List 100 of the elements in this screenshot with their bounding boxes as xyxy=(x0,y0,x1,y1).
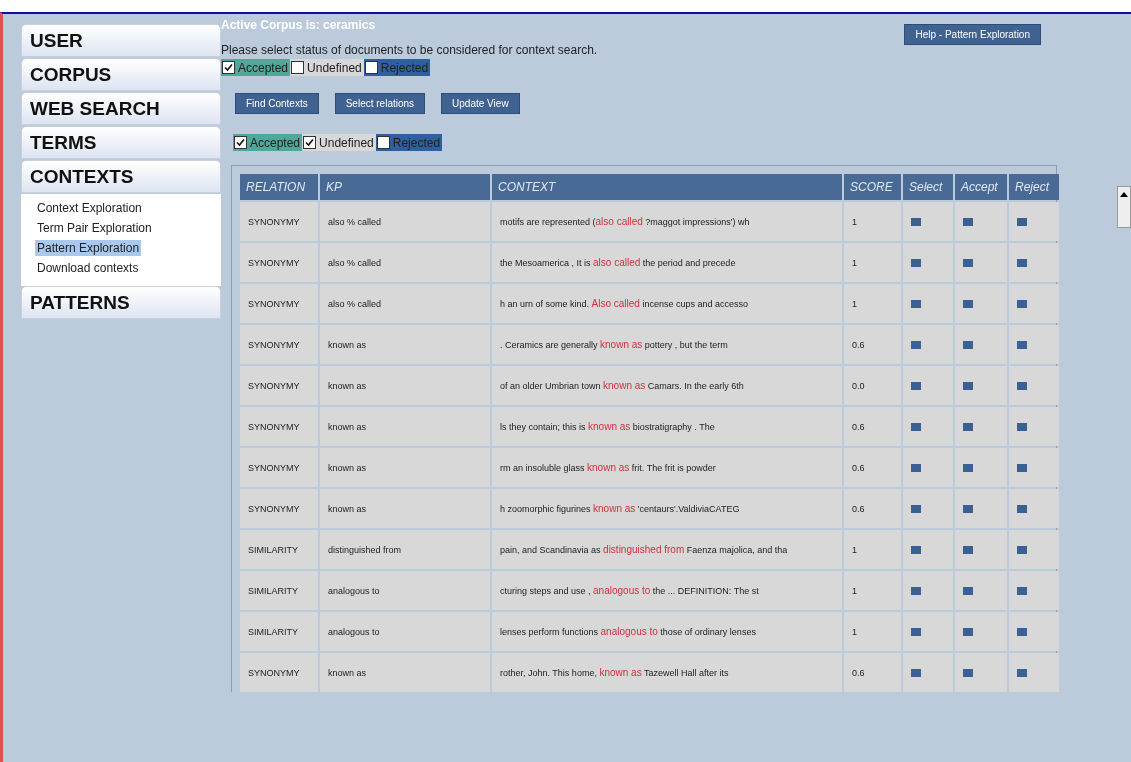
table-cell: ls they contain; this is known as biostratigraphy . The xyxy=(492,407,842,446)
action-button[interactable]: Find Contexts xyxy=(235,93,319,114)
table-cell: analogous to xyxy=(320,612,490,651)
accept-checkbox[interactable] xyxy=(963,381,973,390)
reject-checkbox[interactable] xyxy=(1017,627,1027,636)
accept-checkbox[interactable] xyxy=(963,258,973,267)
reject-checkbox[interactable] xyxy=(1017,340,1027,349)
reject-checkbox[interactable] xyxy=(1017,668,1027,677)
accept-checkbox[interactable] xyxy=(963,668,973,677)
table-cell: known as xyxy=(320,653,490,692)
table-cell: lenses perform functions analogous to those of ordinary lenses xyxy=(492,612,842,651)
table-cell: SYNONYMY xyxy=(240,243,318,282)
table-cell: analogous to xyxy=(320,571,490,610)
column-header: SCORE xyxy=(844,174,901,200)
accept-checkbox[interactable] xyxy=(963,422,973,431)
table-cell: motifs are represented (also called ?maggot impressions') wh xyxy=(492,202,842,241)
reject-checkbox[interactable] xyxy=(1017,299,1027,308)
table-cell: SYNONYMY xyxy=(240,653,318,692)
table-cell: 0.0 xyxy=(844,366,901,405)
column-header: Select xyxy=(903,174,953,200)
select-checkbox[interactable] xyxy=(911,668,921,677)
up-arrow-icon xyxy=(1120,191,1128,197)
select-checkbox[interactable] xyxy=(911,299,921,308)
select-checkbox[interactable] xyxy=(911,258,921,267)
table-cell: also % called xyxy=(320,202,490,241)
table-cell: . Ceramics are generally known as pottery , but the term xyxy=(492,325,842,364)
select-checkbox[interactable] xyxy=(911,545,921,554)
reject-checkbox[interactable] xyxy=(1017,545,1027,554)
select-checkbox[interactable] xyxy=(911,627,921,636)
table-cell: known as xyxy=(320,448,490,487)
select-checkbox[interactable] xyxy=(911,422,921,431)
scrollbar[interactable] xyxy=(1117,186,1131,228)
status-checkbox[interactable]: Undefined xyxy=(302,134,376,151)
select-checkbox[interactable] xyxy=(911,463,921,472)
reject-checkbox[interactable] xyxy=(1017,258,1027,267)
table-cell: 1 xyxy=(844,202,901,241)
nav-tab[interactable]: CORPUS xyxy=(21,58,221,91)
table-cell: rother, John. This home, known as Tazewell Hall after its xyxy=(492,653,842,692)
nav-tab[interactable]: TERMS xyxy=(21,126,221,159)
table-cell: 1 xyxy=(844,530,901,569)
reject-checkbox[interactable] xyxy=(1017,422,1027,431)
reject-checkbox[interactable] xyxy=(1017,217,1027,226)
nav-tab[interactable]: CONTEXTS xyxy=(21,160,221,193)
accept-checkbox[interactable] xyxy=(963,217,973,226)
nav-tab[interactable]: WEB SEARCH xyxy=(21,92,221,125)
accept-checkbox[interactable] xyxy=(963,463,973,472)
table-cell: known as xyxy=(320,366,490,405)
status-checkbox[interactable]: Undefined xyxy=(290,59,364,76)
table-cell: of an older Umbrian town known as Camars. In the early 6th xyxy=(492,366,842,405)
table-cell: 1 xyxy=(844,612,901,651)
table-cell: SIMILARITY xyxy=(240,530,318,569)
action-button[interactable]: Select relations xyxy=(334,93,426,114)
accept-checkbox[interactable] xyxy=(963,545,973,554)
select-checkbox[interactable] xyxy=(911,504,921,513)
submenu-item[interactable]: Pattern Exploration xyxy=(35,240,142,256)
table-cell: SYNONYMY xyxy=(240,366,318,405)
reject-checkbox[interactable] xyxy=(1017,586,1027,595)
accept-checkbox[interactable] xyxy=(963,627,973,636)
table-cell: h an urn of some kind. Also called incense cups and accesso xyxy=(492,284,842,323)
accept-checkbox[interactable] xyxy=(963,586,973,595)
table-cell: SIMILARITY xyxy=(240,612,318,651)
submenu-item[interactable]: Context Exploration xyxy=(35,200,144,216)
status-checkbox[interactable]: Accepted xyxy=(221,59,291,76)
table-cell: the Mesoamerica , It is also called the period and precede xyxy=(492,243,842,282)
table-cell: 1 xyxy=(844,243,901,282)
accept-checkbox[interactable] xyxy=(963,299,973,308)
accept-checkbox[interactable] xyxy=(963,340,973,349)
nav-tab[interactable]: PATTERNS xyxy=(21,286,221,319)
column-header: Accept xyxy=(955,174,1007,200)
table-cell: h zoomorphic figurines known as 'centaurs'.ValdiviaCATEG xyxy=(492,489,842,528)
instruction-text: Please select status of documents to be considered for context search. xyxy=(221,43,599,57)
reject-checkbox[interactable] xyxy=(1017,504,1027,513)
table-cell: rm an insoluble glass known as frit. The frit is powder xyxy=(492,448,842,487)
select-checkbox[interactable] xyxy=(911,381,921,390)
status-checkbox[interactable]: Accepted xyxy=(233,134,303,151)
select-checkbox[interactable] xyxy=(911,340,921,349)
column-header: CONTEXT xyxy=(492,174,842,200)
help-button[interactable]: Help - Pattern Exploration xyxy=(904,24,1041,45)
action-button[interactable]: Update View xyxy=(441,93,520,114)
table-cell: 1 xyxy=(844,284,901,323)
table-cell: known as xyxy=(320,489,490,528)
submenu-item[interactable]: Term Pair Exploration xyxy=(35,220,154,236)
table-cell: 1 xyxy=(844,571,901,610)
table-cell: SYNONYMY xyxy=(240,202,318,241)
select-checkbox[interactable] xyxy=(911,217,921,226)
check-icon xyxy=(305,138,315,147)
nav-tab[interactable]: USER xyxy=(21,24,221,57)
table-cell: 0.6 xyxy=(844,653,901,692)
table-cell: known as xyxy=(320,407,490,446)
select-checkbox[interactable] xyxy=(911,586,921,595)
column-header: Reject xyxy=(1009,174,1059,200)
submenu-item[interactable]: Download contexts xyxy=(35,260,141,276)
table-cell: SYNONYMY xyxy=(240,448,318,487)
table-cell: 0.6 xyxy=(844,325,901,364)
table-cell: SIMILARITY xyxy=(240,571,318,610)
table-cell: SYNONYMY xyxy=(240,489,318,528)
table-cell: pain, and Scandinavia as distinguished from Faenza majolica, and tha xyxy=(492,530,842,569)
accept-checkbox[interactable] xyxy=(963,504,973,513)
reject-checkbox[interactable] xyxy=(1017,463,1027,472)
reject-checkbox[interactable] xyxy=(1017,381,1027,390)
